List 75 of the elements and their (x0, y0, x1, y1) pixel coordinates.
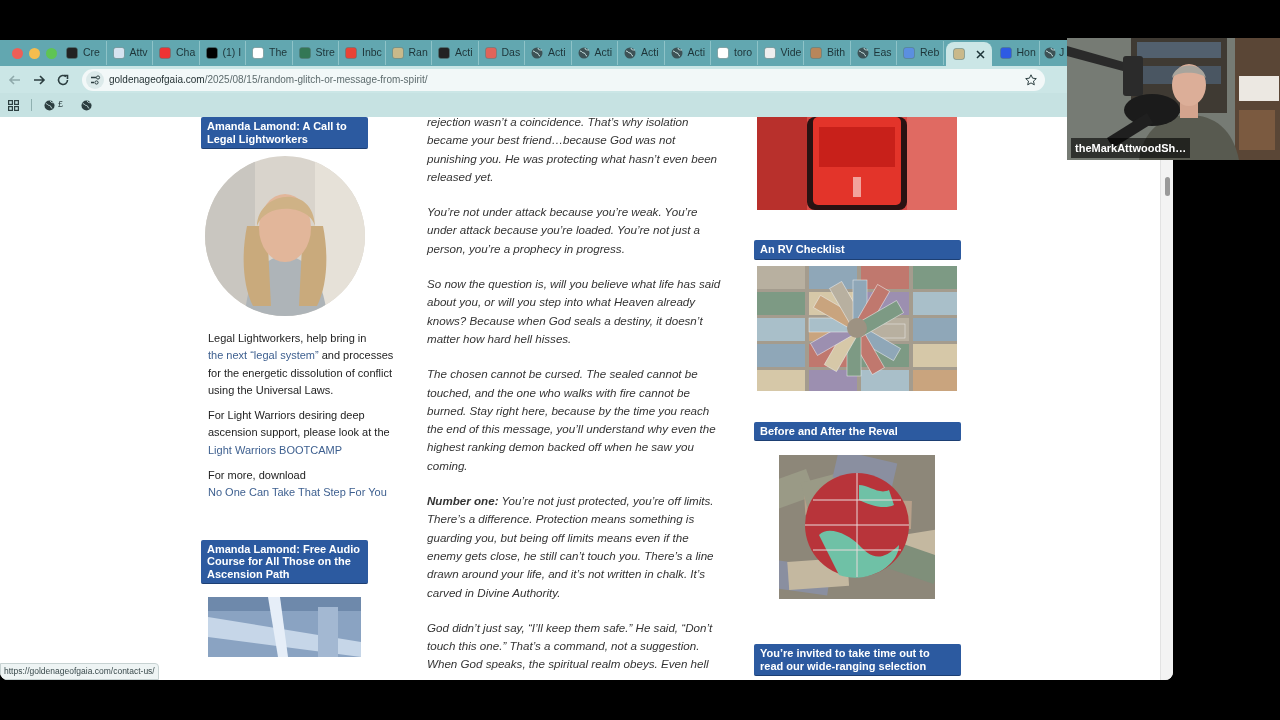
globe-icon[interactable] (81, 99, 92, 111)
browser-tab[interactable]: Cre (60, 41, 107, 65)
browser-tab[interactable]: Hon (993, 41, 1040, 65)
browser-tab[interactable]: The (246, 41, 293, 65)
browser-tab[interactable]: Eas (850, 41, 897, 65)
text-link[interactable]: Light Warriors BOOTCAMP (208, 443, 343, 456)
square-icon (298, 47, 311, 59)
close-icon[interactable] (975, 49, 985, 59)
article-paragraph: You’re not under attack because you’re weak. You’re under attack because you’re loaded. You’re not just a person, you’re a prophecy in progress. (427, 204, 702, 257)
forward-icon[interactable] (32, 72, 46, 87)
square-icon (345, 47, 357, 59)
square-icon (66, 47, 78, 59)
article-paragraph: Number one: You’re not just protected, you’re off limits. There’s a difference. Protection means something is guarding you, but being off limits means even if the enemy gets close, he still can’t touch you. There’s a line drawn around your life, and it’s not written in chalk. It’s carved in Divine Authority. (427, 493, 715, 601)
globe-icon (577, 47, 590, 59)
square-icon (763, 47, 776, 59)
sidebar-paragraph: For more, download No One Can Take That Step For You (208, 468, 388, 501)
browser-tab[interactable]: Vide (757, 41, 804, 65)
browser-tab[interactable]: (1) I (199, 41, 246, 65)
globe-icon (624, 47, 636, 59)
site-settings-icon[interactable] (86, 70, 104, 89)
bookmark[interactable]: £ (44, 98, 63, 112)
globe-icon (44, 99, 55, 111)
scrollbar-thumb[interactable] (1164, 177, 1170, 196)
browser-tab[interactable]: Bith (804, 41, 851, 65)
square-icon (952, 48, 965, 60)
square-icon (252, 47, 264, 59)
browser-tab[interactable]: Acti (618, 41, 665, 65)
square-icon (391, 47, 404, 59)
article-paragraph: The chosen cannot be cursed. The sealed cannot be touched, and the one who walks with fire cannot be burned. Stay right here, because by the time you reach the end of this message, you’ll understand why even the highest ranking demon backed off when he saw you coming. (427, 366, 717, 474)
sidebar-paragraph: Legal Lightworkers, help bring in the next “legal system” and processes for the energetic dissolution of conflict using the Universal Laws. (208, 331, 395, 398)
article-paragraph: So now the question is, will you believe what life has said about you, or will you step into what Heaven already knows? Because when God seals a destiny, it doesn’t matter how hard hell hisses. (427, 276, 721, 347)
browser-tab[interactable]: Stre (292, 41, 339, 65)
article-paragraph: rejection wasn’t a coincidence. That’s why isolation became your best friend…because God was not punishing you. He was protecting what hasn’t even been released yet. (427, 117, 719, 185)
square-icon (484, 47, 497, 59)
square-icon (999, 47, 1012, 59)
browser-tab[interactable]: J (1040, 41, 1067, 65)
square-icon (112, 47, 125, 59)
reload-icon[interactable] (56, 72, 70, 87)
text-link[interactable]: the next “legal system” (208, 349, 319, 362)
square-icon (903, 47, 915, 59)
widget-heading: An RV Checklist (754, 240, 961, 260)
browser-tab[interactable]: Attv (106, 41, 153, 65)
widget-heading: Before and After the Reval (754, 421, 961, 441)
address-bar[interactable]: goldenageofgaia.com/2025/08/15/random-glitch-or-message-from-spirit/ (82, 68, 1045, 91)
browser-tab[interactable]: Inbc (339, 41, 386, 65)
browser-tab[interactable]: Acti (432, 41, 479, 65)
globe-icon (670, 47, 683, 59)
square-icon (810, 47, 822, 59)
browser-tab[interactable]: Cha (153, 41, 200, 65)
star-icon[interactable] (1025, 73, 1037, 86)
browser-tab[interactable]: toro (711, 41, 758, 65)
globe-icon (531, 47, 543, 59)
square-icon (205, 47, 218, 59)
article-paragraph: God didn’t just say, “I’ll keep them safe.” He said, “Don’t touch this one.” That’s a command, not a suggestion. When God speaks, the spiritual realm obeys. Even hell (427, 619, 714, 673)
participant-name: theMarkAttwoodSh… (1071, 137, 1191, 158)
square-icon (717, 47, 729, 59)
text-link[interactable]: No One Can Take That Step For You (208, 486, 387, 499)
widget-heading: You’re invited to take time out to read our wide-ranging selection (754, 644, 961, 676)
browser-tab[interactable]: Acti (571, 41, 618, 65)
sidebar-paragraph: For Light Warriors desiring deep ascension support, please look at the Light Warriors BOOTCAMP (208, 408, 391, 458)
status-url: https://goldenageofgaia.com/contact-us/ (0, 663, 159, 680)
browser-tab[interactable]: Das (478, 41, 525, 65)
widget-heading: Amanda Lamond: Free Audio Course for All Those on the Ascension Path (201, 539, 368, 585)
url-domain: goldenageofgaia.com (109, 73, 205, 87)
square-icon (159, 47, 171, 59)
square-icon (438, 47, 450, 59)
globe-icon (1044, 47, 1056, 59)
widget-heading: Amanda Lamond: A Call to Legal Lightworkers (201, 117, 368, 149)
apps-grid-icon[interactable] (8, 99, 19, 111)
browser-tab[interactable]: Acti (664, 41, 711, 65)
browser-tab[interactable]: Acti (525, 41, 572, 65)
globe-icon (856, 47, 869, 59)
browser-tab[interactable]: Ran (385, 41, 432, 65)
browser-tab[interactable]: Reb (897, 41, 944, 65)
url-path: /2025/08/15/random-glitch-or-message-from-spirit/ (204, 73, 428, 87)
